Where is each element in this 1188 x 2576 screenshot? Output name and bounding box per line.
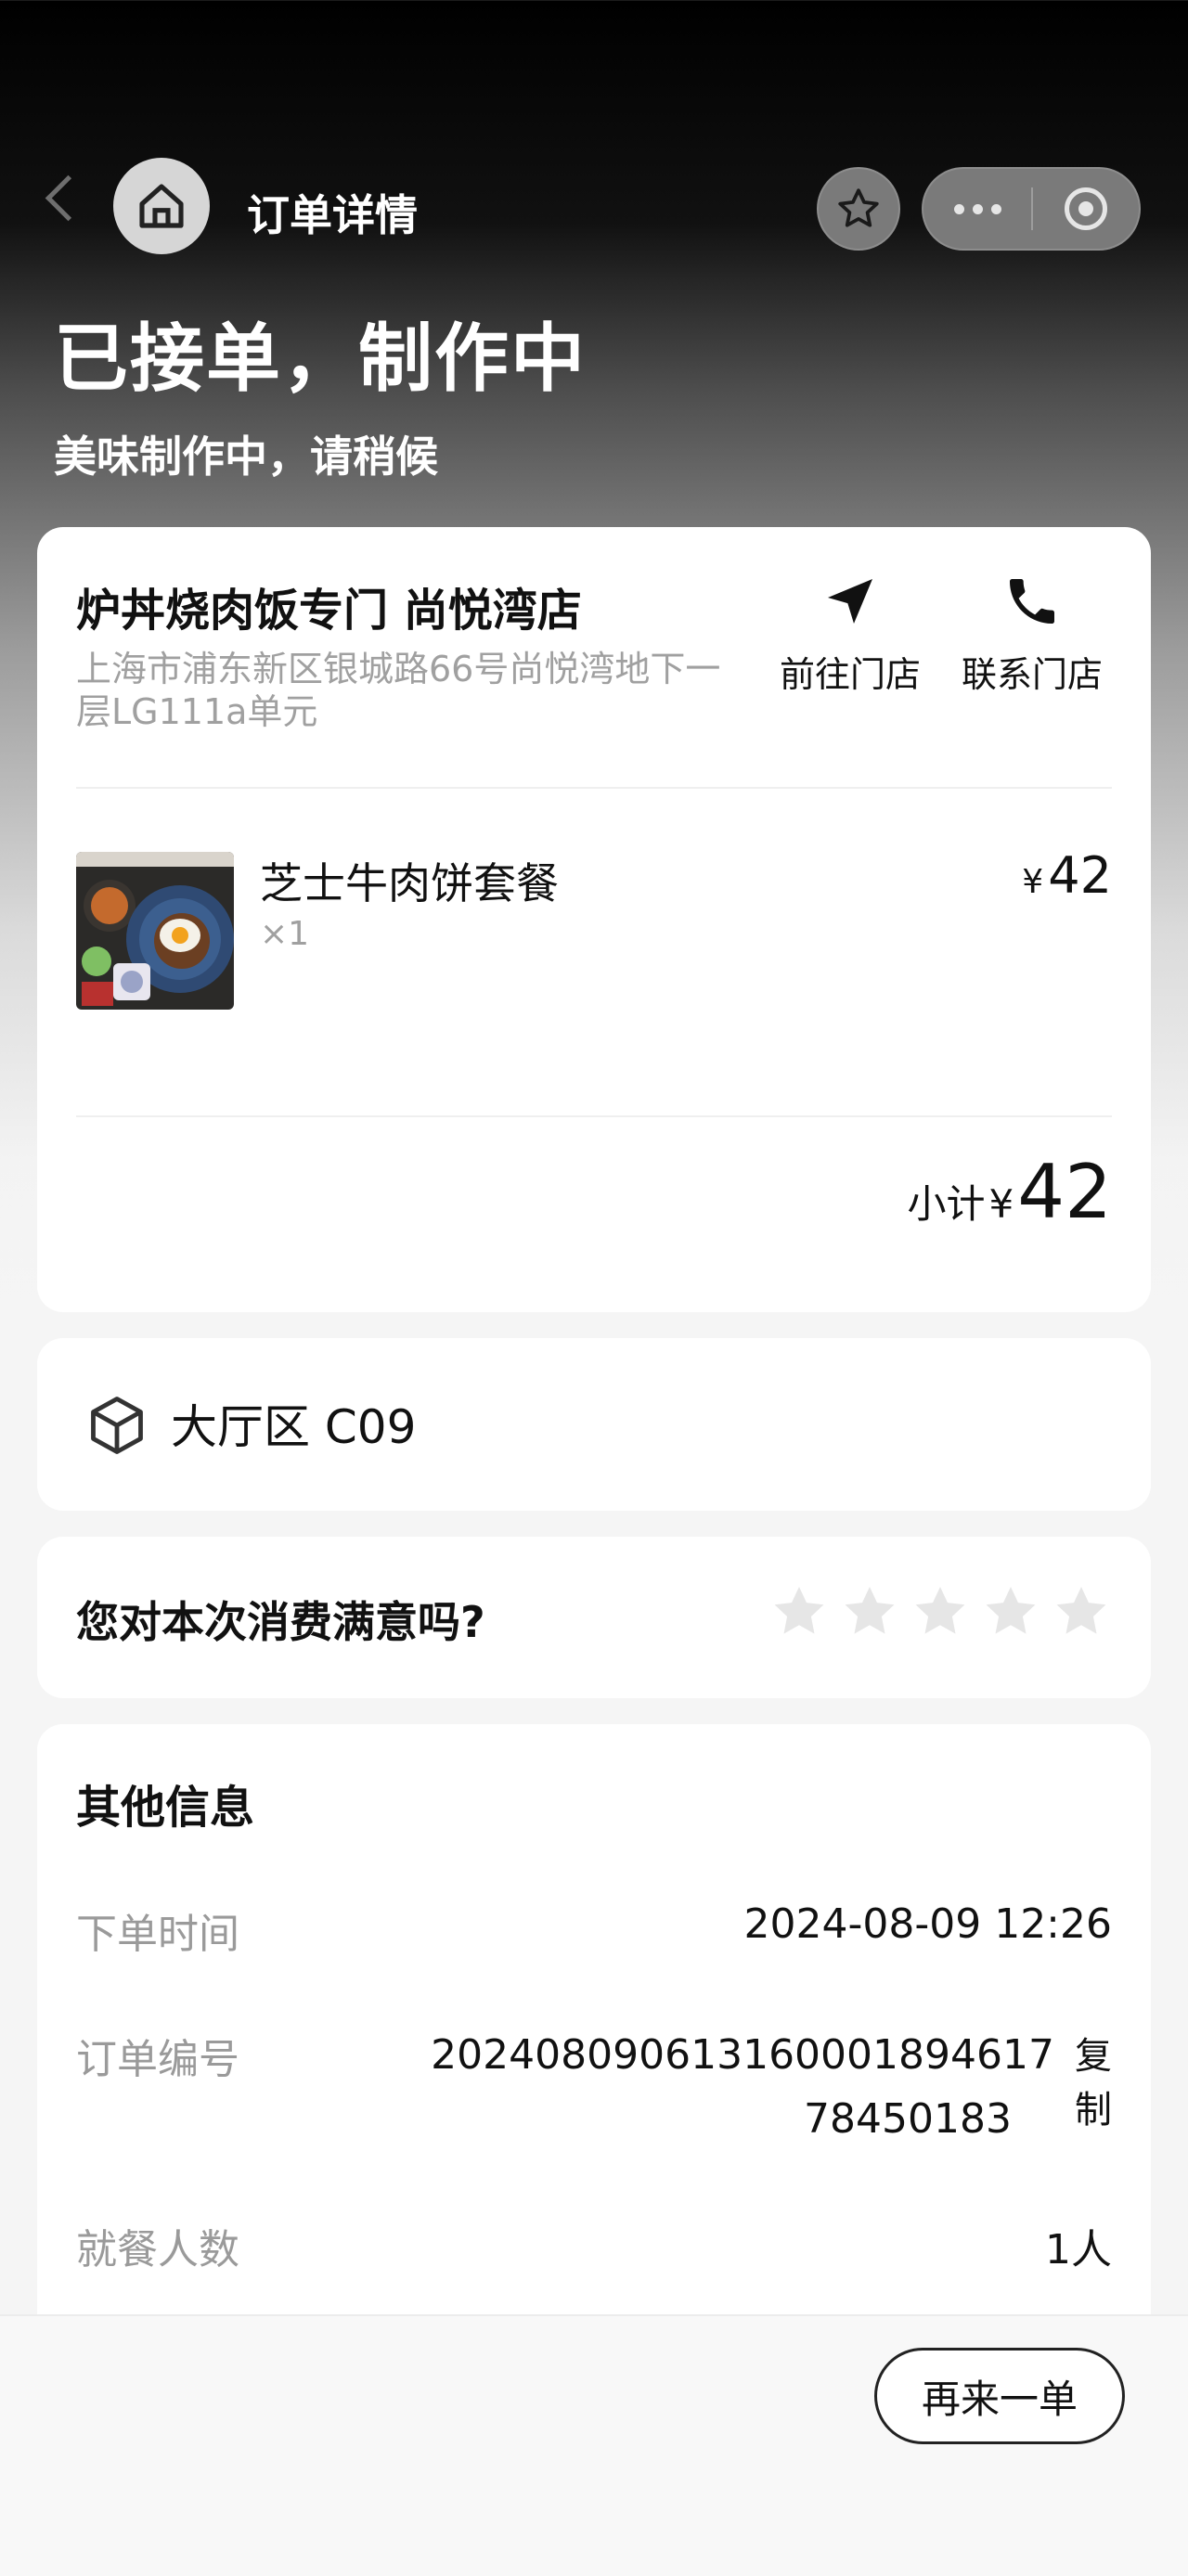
navigation-arrow-icon: [828, 579, 872, 624]
home-button[interactable]: [113, 158, 210, 254]
star-icon[interactable]: [910, 1581, 971, 1642]
call-store-button[interactable]: 联系门店: [949, 572, 1116, 697]
item-quantity: ×1: [260, 915, 310, 953]
food-thumbnail: [76, 852, 234, 1010]
item-price: ¥ 42: [1022, 846, 1112, 905]
subtotal-amount: 42: [1017, 1149, 1112, 1235]
star-icon[interactable]: [768, 1581, 830, 1642]
mini-program-capsule: [922, 167, 1141, 251]
phone-icon: [1010, 579, 1054, 624]
order-number-line1: 202408090613160001894617: [431, 2031, 1054, 2079]
order-time-label: 下单时间: [76, 1911, 239, 1958]
order-number-label: 订单编号: [76, 2036, 239, 2083]
divider: [76, 787, 1112, 789]
subtotal-currency: ¥: [988, 1181, 1014, 1227]
home-icon: [139, 184, 184, 228]
rating-question: 您对本次消费满意吗?: [76, 1597, 485, 1647]
more-menu-button[interactable]: [923, 203, 1031, 214]
navigate-label: 前往门店: [779, 654, 921, 695]
box-icon: [91, 1397, 143, 1454]
diners-label: 就餐人数: [76, 2226, 239, 2273]
table-card: 大厅区 C09: [37, 1338, 1151, 1511]
diners-value: 1人: [1045, 2226, 1112, 2273]
target-icon: [1064, 187, 1107, 230]
star-rating[interactable]: [768, 1581, 1112, 1642]
navigate-to-store-button[interactable]: 前往门店: [767, 572, 934, 697]
call-label: 联系门店: [961, 654, 1103, 695]
bottom-action-bar: 再来一单: [0, 2314, 1188, 2576]
order-number-line2: 78450183: [804, 2095, 1012, 2143]
table-number: 大厅区 C09: [171, 1400, 417, 1454]
star-icon[interactable]: [1051, 1581, 1112, 1642]
star-icon[interactable]: [980, 1581, 1041, 1642]
star-icon[interactable]: [839, 1581, 900, 1642]
item-currency: ¥: [1022, 863, 1044, 901]
subtotal-label: 小计: [907, 1181, 986, 1227]
item-name: 芝士牛肉饼套餐: [260, 858, 559, 908]
subtotal: 小计 ¥ 42: [907, 1149, 1112, 1235]
other-info-card: 其他信息 下单时间 2024-08-09 12:26 订单编号 20240809…: [37, 1724, 1151, 2374]
page-title: 订单详情: [247, 190, 418, 240]
reorder-button[interactable]: 再来一单: [874, 2348, 1125, 2444]
back-chevron-icon[interactable]: [45, 174, 92, 222]
item-price-value: 42: [1048, 846, 1112, 905]
info-heading: 其他信息: [76, 1782, 255, 1834]
order-status-subtitle: 美味制作中，请稍候: [54, 431, 438, 482]
rating-card: 您对本次消费满意吗?: [37, 1537, 1151, 1698]
more-dots-icon: [953, 203, 964, 214]
store-address: 上海市浦东新区银城路66号尚悦湾地下一层LG111a单元: [76, 649, 721, 732]
copy-order-number-button[interactable]: 复制: [1075, 2035, 1112, 2132]
order-card: 炉丼烧肉饭专门 尚悦湾店 上海市浦东新区银城路66号尚悦湾地下一层LG111a单…: [37, 527, 1151, 1312]
divider: [76, 1115, 1112, 1117]
star-outline-icon: [838, 188, 879, 227]
close-mini-program-button[interactable]: [1033, 187, 1139, 230]
store-name: 炉丼烧肉饭专门 尚悦湾店: [76, 585, 582, 637]
favorite-button[interactable]: [817, 167, 900, 251]
order-status-title: 已接单，制作中: [54, 316, 587, 402]
order-time-value: 2024-08-09 12:26: [743, 1900, 1113, 1948]
